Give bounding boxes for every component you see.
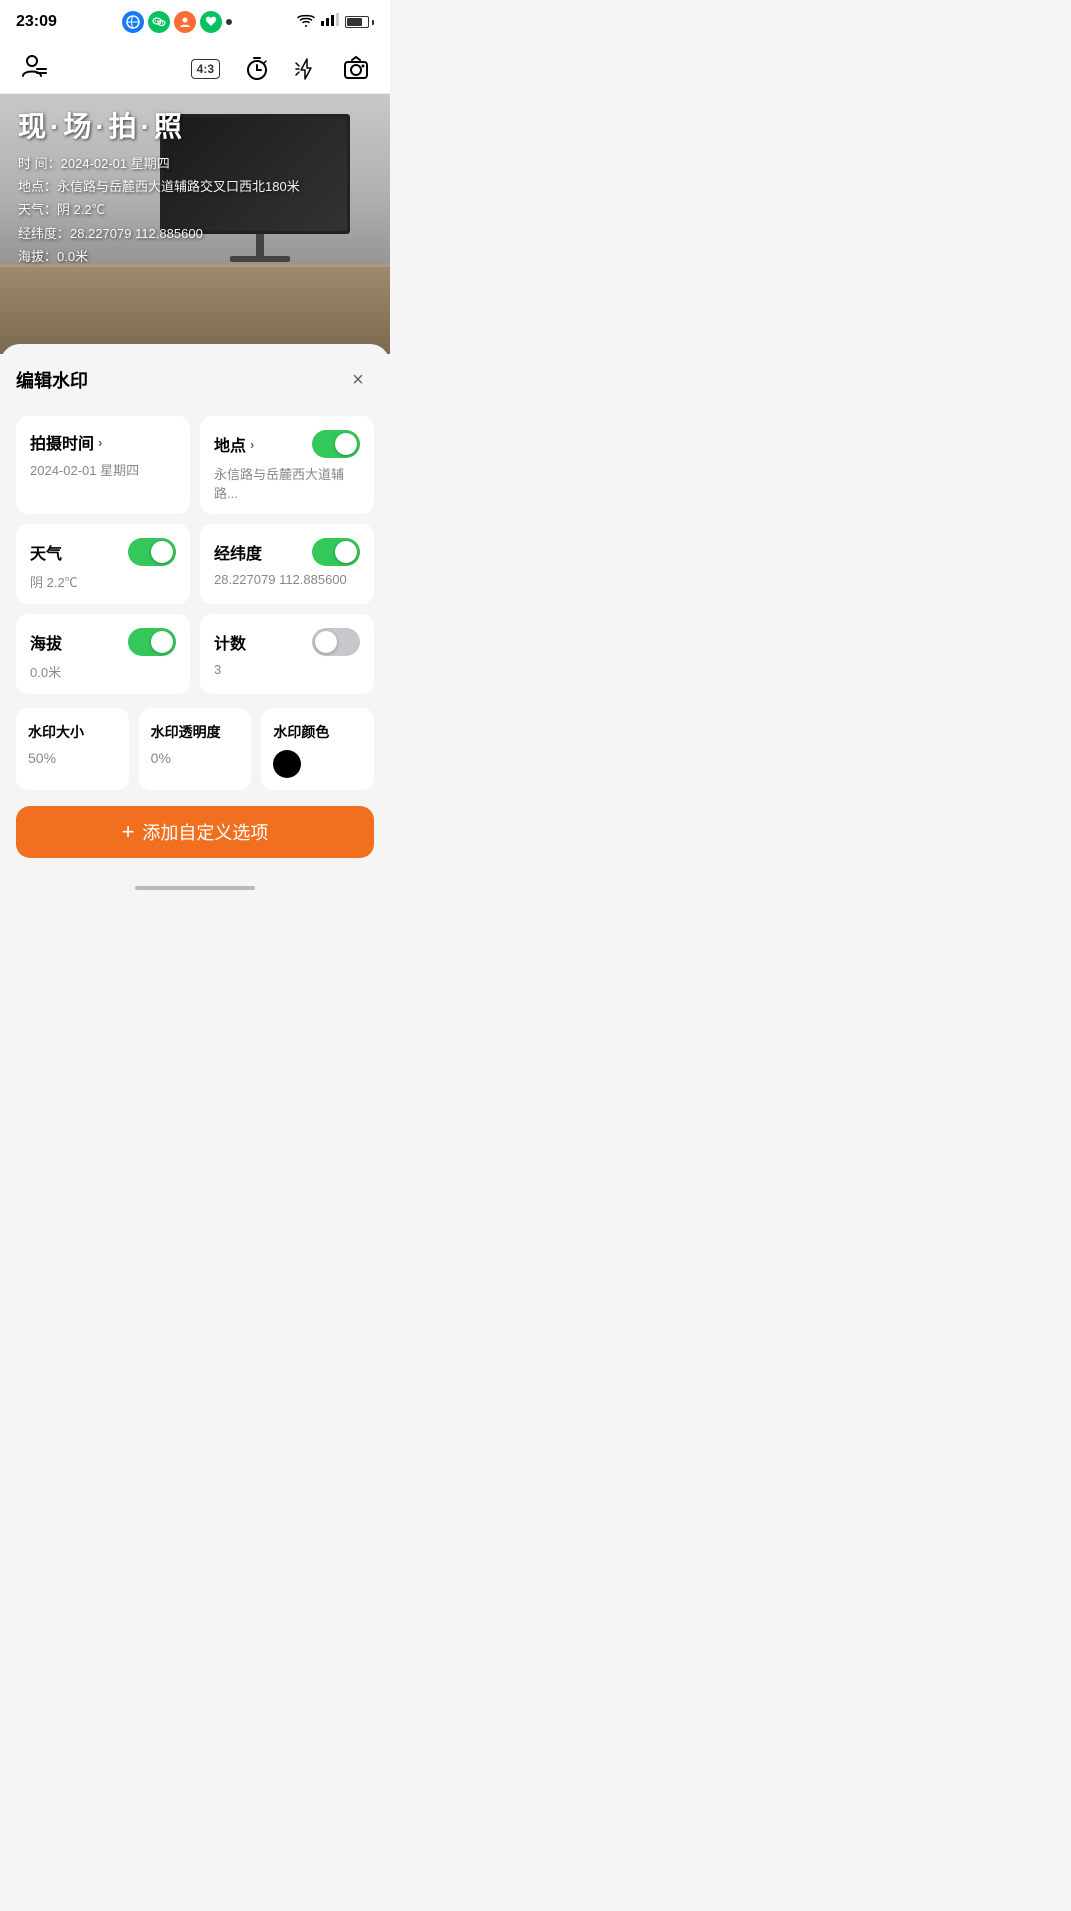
card-title-shoot-time: 拍摄时间 › [30, 430, 102, 454]
watermark-info: 时 间：2024-02-01 星期四 地点：永信路与岳麓西大道辅路交叉口西北18… [18, 152, 300, 269]
watermark-location-row: 地点：永信路与岳麓西大道辅路交叉口西北180米 [18, 175, 300, 198]
weather-value: 阴 2.2℃ [57, 202, 105, 217]
card-value-weather: 阴 2.2℃ [30, 572, 176, 591]
toggle-knob [315, 631, 337, 653]
toggle-coordinates[interactable] [312, 538, 360, 566]
add-button-label: 添加自定义选项 [142, 819, 268, 845]
toggle-knob [151, 631, 173, 653]
status-time: 23:09 [16, 13, 57, 31]
coord-label: 经纬度： [18, 226, 70, 241]
alt-value: 0.0米 [57, 249, 88, 264]
settings-value-watermark-opacity: 0% [151, 750, 240, 766]
card-location[interactable]: 地点 › 永信路与岳麓西大道辅路... [200, 416, 374, 514]
watermark-color-swatch[interactable] [273, 750, 301, 778]
settings-card-watermark-color[interactable]: 水印颜色 [261, 708, 374, 790]
watermark-alt-row: 海拔：0.0米 [18, 245, 300, 268]
watermark-cards-grid: 拍摄时间 › 2024-02-01 星期四 地点 › 永信路与岳麓西大道辅路... 天气… [16, 416, 374, 694]
app-icons [122, 11, 232, 33]
watermark-coord-row: 经纬度：28.227079 112.885600 [18, 222, 300, 245]
health-icon [200, 11, 222, 33]
add-custom-button[interactable]: + 添加自定义选项 [16, 806, 374, 858]
signal-icon [321, 13, 339, 32]
panel-header: 编辑水印 × [16, 364, 374, 396]
settings-card-watermark-size[interactable]: 水印大小 50% [16, 708, 129, 790]
watermark-time-row: 时 间：2024-02-01 星期四 [18, 152, 300, 175]
card-header-shoot-time: 拍摄时间 › [30, 430, 176, 454]
card-title-weather: 天气 [30, 540, 62, 564]
card-title-altitude: 海拔 [30, 630, 62, 654]
toggle-knob [151, 541, 173, 563]
coord-value: 28.227079 112.885600 [70, 226, 203, 241]
card-value-altitude: 0.0米 [30, 662, 176, 681]
status-bar: 23:09 [0, 0, 390, 44]
time-value: 2024-02-01 星期四 [61, 156, 170, 171]
card-weather[interactable]: 天气阴 2.2℃ [16, 524, 190, 604]
wifi-icon [297, 14, 315, 31]
weather-label: 天气： [18, 202, 57, 217]
aspect-ratio-button[interactable]: 4:3 [191, 59, 220, 79]
settings-title-watermark-color: 水印颜色 [273, 722, 362, 742]
wechat-icon [148, 11, 170, 33]
camera-preview: 现·场·拍·照 时 间：2024-02-01 星期四 地点：永信路与岳麓西大道辅… [0, 94, 390, 354]
location-label: 地点： [18, 179, 57, 194]
card-title-coordinates: 经纬度 [214, 540, 262, 564]
watermark-text-overlay: 现·场·拍·照 时 间：2024-02-01 星期四 地点：永信路与岳麓西大道辅… [0, 94, 318, 285]
toolbar-right: 4:3 [191, 55, 370, 83]
settings-title-watermark-opacity: 水印透明度 [151, 722, 240, 742]
watermark-settings-row: 水印大小 50% 水印透明度 0% 水印颜色 [16, 708, 374, 790]
location-value: 永信路与岳麓西大道辅路交叉口西北180米 [57, 179, 300, 194]
settings-title-watermark-size: 水印大小 [28, 722, 117, 742]
toggle-altitude[interactable] [128, 628, 176, 656]
browser-icon [122, 11, 144, 33]
flash-button[interactable] [294, 57, 318, 81]
status-icons [297, 13, 374, 32]
timer-button[interactable] [244, 56, 270, 82]
card-header-count: 计数 [214, 628, 360, 656]
card-count[interactable]: 计数 3 [200, 614, 374, 694]
home-bar [135, 886, 255, 890]
toggle-count[interactable] [312, 628, 360, 656]
card-coordinates[interactable]: 经纬度 28.227079 112.885600 [200, 524, 374, 604]
toolbar-left [20, 52, 48, 85]
camera-toolbar: 4:3 [0, 44, 390, 94]
home-indicator [0, 878, 390, 894]
card-shoot-time[interactable]: 拍摄时间 › 2024-02-01 星期四 [16, 416, 190, 514]
user-profile-icon[interactable] [20, 52, 48, 85]
camera-switch-button[interactable] [342, 55, 370, 83]
card-header-weather: 天气 [30, 538, 176, 566]
card-value-location: 永信路与岳麓西大道辅路... [214, 464, 360, 502]
card-header-location: 地点 › [214, 430, 360, 458]
card-value-shoot-time: 2024-02-01 星期四 [30, 460, 176, 479]
time-label: 时 间： [18, 156, 61, 171]
close-button[interactable]: × [342, 364, 374, 396]
edit-watermark-panel: 编辑水印 × 拍摄时间 › 2024-02-01 星期四 地点 › 永信路与岳麓西大道… [0, 344, 390, 878]
card-altitude[interactable]: 海拔 0.0米 [16, 614, 190, 694]
card-title-location: 地点 › [214, 432, 254, 456]
card-title-count: 计数 [214, 630, 246, 654]
panel-title: 编辑水印 [16, 367, 88, 393]
toggle-knob [335, 541, 357, 563]
settings-card-watermark-opacity[interactable]: 水印透明度 0% [139, 708, 252, 790]
avatar-icon [174, 11, 196, 33]
toggle-location[interactable] [312, 430, 360, 458]
card-value-count: 3 [214, 662, 360, 677]
watermark-title: 现·场·拍·照 [18, 110, 300, 144]
chevron-icon: › [250, 437, 254, 452]
toggle-weather[interactable] [128, 538, 176, 566]
chevron-icon: › [98, 435, 102, 450]
dot-indicator [226, 19, 232, 25]
card-header-coordinates: 经纬度 [214, 538, 360, 566]
card-value-coordinates: 28.227079 112.885600 [214, 572, 360, 587]
settings-value-watermark-size: 50% [28, 750, 117, 766]
battery-icon [345, 16, 374, 28]
watermark-weather-row: 天气：阴 2.2℃ [18, 198, 300, 221]
card-header-altitude: 海拔 [30, 628, 176, 656]
toggle-knob [335, 433, 357, 455]
plus-icon: + [122, 819, 135, 845]
alt-label: 海拔： [18, 249, 57, 264]
